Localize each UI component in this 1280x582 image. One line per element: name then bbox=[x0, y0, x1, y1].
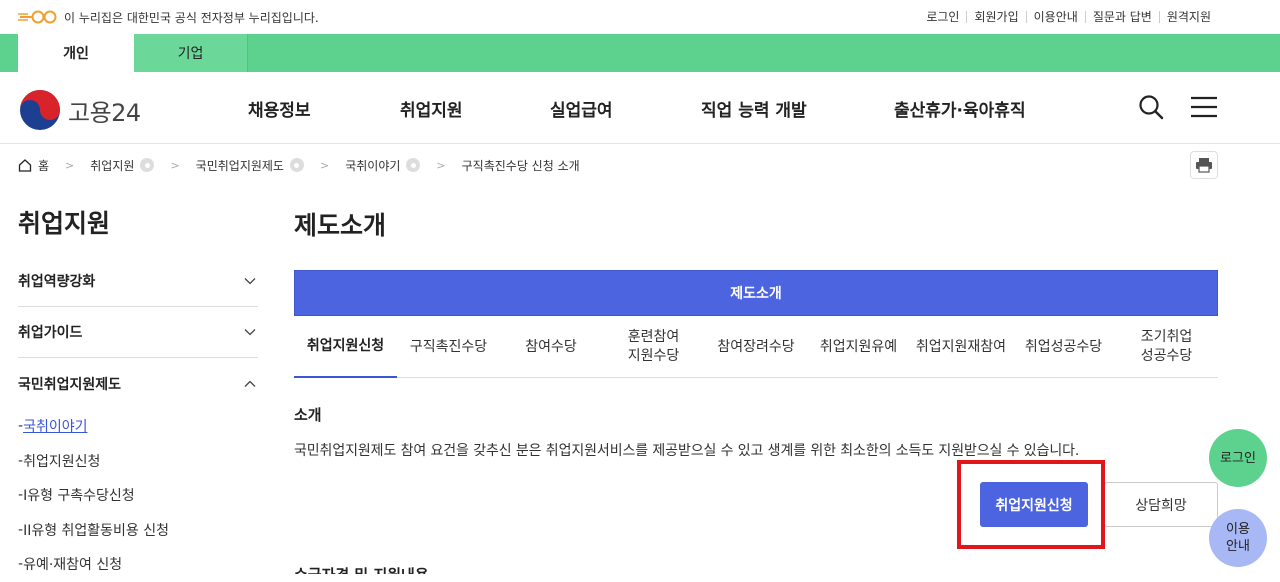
menu-item-leave[interactable]: 출산휴가·육아휴직 bbox=[894, 96, 1026, 121]
floating-login-button[interactable]: 로그인 bbox=[1209, 429, 1267, 487]
floating-guide-button[interactable]: 이용 안내 bbox=[1209, 509, 1267, 567]
breadcrumb-label: 홈 bbox=[38, 158, 50, 173]
chevron-right-icon: > bbox=[436, 158, 446, 172]
chevron-right-icon: > bbox=[65, 158, 75, 172]
subtab-rejoin[interactable]: 취업지원재참여 bbox=[910, 316, 1012, 378]
main-content: 제도소개 제도소개 취업지원신청 구직촉진수당 참여수당 훈련참여 지원수당 참… bbox=[294, 200, 1218, 527]
sidebar-item-label: 취업역량강화 bbox=[18, 274, 96, 290]
subtab-deferral[interactable]: 취업지원유예 bbox=[807, 316, 910, 378]
subtab-training-allowance[interactable]: 훈련참여 지원수당 bbox=[602, 316, 705, 378]
top-notice-bar: 이 누리집은 대한민국 공식 전자정부 누리집입니다. 로그인 회원가입 이용안… bbox=[0, 0, 1280, 34]
sidebar-subitem-label: 취업지원신청 bbox=[23, 453, 101, 470]
subtab-apply[interactable]: 취업지원신청 bbox=[294, 316, 397, 378]
expand-dropdown-icon[interactable] bbox=[140, 158, 155, 172]
chevron-right-icon: > bbox=[170, 158, 180, 172]
gnb-icons bbox=[1138, 94, 1218, 120]
breadcrumb-label: 국민취업지원제도 bbox=[195, 158, 284, 173]
tab-intro[interactable]: 제도소개 bbox=[294, 270, 1218, 316]
subtab-job-seeking-allowance[interactable]: 구직촉진수당 bbox=[397, 316, 500, 378]
breadcrumb-current: 구직촉진수당 신청 소개 bbox=[462, 157, 580, 174]
egov-logo-icon bbox=[18, 10, 57, 24]
chevron-down-icon bbox=[244, 278, 256, 285]
breadcrumb-item[interactable]: 취업지원 bbox=[90, 157, 155, 174]
chevron-right-icon: > bbox=[319, 158, 330, 172]
hamburger-menu-icon[interactable] bbox=[1190, 94, 1218, 120]
breadcrumb-label: 국취이야기 bbox=[345, 158, 401, 173]
logo-text: 고용24 bbox=[68, 98, 141, 127]
util-guide-link[interactable]: 이용안내 bbox=[1025, 11, 1085, 23]
subtab-success-allowance[interactable]: 취업성공수당 bbox=[1012, 316, 1115, 378]
breadcrumb-item[interactable]: 국취이야기 bbox=[345, 157, 421, 174]
gov-notice-text: 이 누리집은 대한민국 공식 전자정부 누리집입니다. bbox=[64, 10, 319, 25]
util-remote-link[interactable]: 원격지원 bbox=[1158, 11, 1218, 23]
user-type-bar: 개인 기업 bbox=[0, 34, 1280, 72]
expand-dropdown-icon[interactable] bbox=[406, 158, 421, 172]
subtab-incentive-allowance[interactable]: 참여장려수당 bbox=[705, 316, 807, 378]
breadcrumb-label: 구직촉진수당 신청 소개 bbox=[461, 158, 580, 173]
subtab-participation-allowance[interactable]: 참여수당 bbox=[500, 316, 602, 378]
utility-links: 로그인 회원가입 이용안내 질문과 답변 원격지원 bbox=[919, 11, 1218, 23]
home-icon bbox=[18, 159, 32, 172]
next-section-heading: 수급자격 및 지원내용 bbox=[294, 560, 429, 574]
sidebar-subitem-type1[interactable]: - I유형 구촉수당신청 bbox=[18, 478, 258, 513]
menu-item-skills[interactable]: 직업 능력 개발 bbox=[701, 96, 807, 121]
subtab-early-success-allowance[interactable]: 조기취업 성공수당 bbox=[1115, 316, 1218, 378]
sidebar-subitem-label: 유예·재참여 신청 bbox=[23, 557, 123, 574]
global-nav: 고용24 채용정보 취업지원 실업급여 직업 능력 개발 출산휴가·육아휴직 bbox=[0, 72, 1280, 144]
util-qna-link[interactable]: 질문과 답변 bbox=[1084, 11, 1159, 23]
search-icon[interactable] bbox=[1138, 94, 1164, 120]
sidebar-item-capability[interactable]: 취업역량강화 bbox=[18, 256, 258, 307]
section-heading: 소개 bbox=[294, 406, 322, 424]
page-title: 제도소개 bbox=[294, 211, 387, 240]
menu-item-jobs[interactable]: 채용정보 bbox=[248, 96, 311, 121]
sidebar-subitem-apply[interactable]: - 취업지원신청 bbox=[18, 444, 258, 479]
printer-icon bbox=[1196, 158, 1212, 173]
sub-tab-bar: 취업지원신청 구직촉진수당 참여수당 훈련참여 지원수당 참여장려수당 취업지원… bbox=[294, 316, 1218, 378]
chevron-down-icon bbox=[244, 329, 256, 336]
sidebar-subitem-label: I유형 구촉수당신청 bbox=[23, 488, 135, 505]
expand-dropdown-icon[interactable] bbox=[289, 158, 304, 172]
sidebar-item-label: 국민취업지원제도 bbox=[18, 376, 122, 393]
print-button[interactable] bbox=[1190, 151, 1218, 179]
sidebar-subitem-defer[interactable]: - 유예·재참여 신청 bbox=[18, 547, 258, 582]
site-logo[interactable]: 고용24 bbox=[18, 88, 141, 132]
request-consultation-button[interactable]: 상담희망 bbox=[1104, 482, 1218, 527]
menu-item-unemployment[interactable]: 실업급여 bbox=[550, 96, 613, 121]
sidebar-title: 취업지원 bbox=[18, 209, 111, 238]
sidebar-item-national-support[interactable]: 국민취업지원제도 bbox=[18, 358, 258, 409]
chevron-up-icon bbox=[244, 380, 256, 387]
sidebar-subitem-label: 국취이야기 bbox=[23, 419, 88, 436]
sidebar-subitem-type2[interactable]: - II유형 취업활동비용 신청 bbox=[18, 513, 258, 548]
breadcrumb-label: 취업지원 bbox=[90, 158, 135, 173]
highlight-box bbox=[957, 460, 1105, 549]
breadcrumb: 홈 > 취업지원 > 국민취업지원제도 > 국취이야기 > 구직촉진수당 신청 … bbox=[0, 144, 1280, 186]
sidebar-subitem-story[interactable]: - 국취이야기 bbox=[18, 409, 258, 444]
tab-company[interactable]: 기업 bbox=[134, 34, 248, 72]
intro-description: 국민취업지원제도 참여 요건을 갖추신 분은 취업지원서비스를 제공받으실 수 … bbox=[294, 443, 1080, 459]
sidebar-subitem-label: II유형 취업활동비용 신청 bbox=[23, 522, 170, 539]
sidebar-item-guide[interactable]: 취업가이드 bbox=[18, 307, 258, 358]
taegeuk-logo-icon bbox=[20, 90, 60, 130]
breadcrumb-item[interactable]: 국민취업지원제도 bbox=[196, 157, 304, 174]
util-signup-link[interactable]: 회원가입 bbox=[966, 11, 1025, 23]
gov-notice: 이 누리집은 대한민국 공식 전자정부 누리집입니다. bbox=[18, 9, 319, 26]
menu-item-employment-support[interactable]: 취업지원 bbox=[400, 96, 463, 121]
util-login-link[interactable]: 로그인 bbox=[919, 11, 966, 23]
tab-personal[interactable]: 개인 bbox=[18, 34, 134, 72]
breadcrumb-home[interactable]: 홈 bbox=[18, 157, 49, 174]
sidebar-item-label: 취업가이드 bbox=[18, 325, 83, 341]
sidebar: 취업지원 취업역량강화 취업가이드 국민취업지원제도 - 국취이야기 - 취업지… bbox=[18, 200, 258, 582]
